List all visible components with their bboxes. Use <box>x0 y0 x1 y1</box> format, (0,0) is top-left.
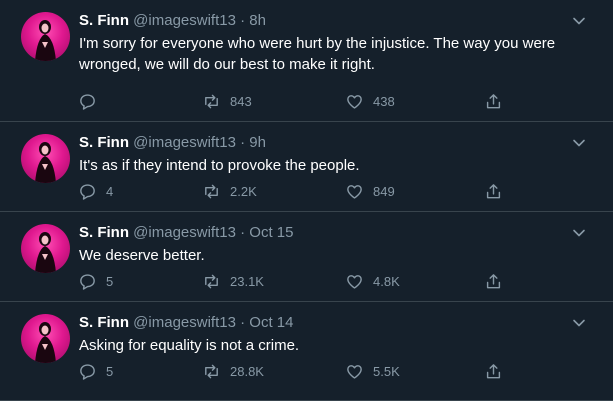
display-name[interactable]: S. Finn <box>79 224 129 241</box>
like-button[interactable]: 4.8K <box>345 270 400 292</box>
like-count: 849 <box>373 183 395 199</box>
tweet-actions: 843 438 <box>0 90 613 112</box>
reply-button[interactable]: 5 <box>78 360 113 382</box>
display-name[interactable]: S. Finn <box>79 134 129 151</box>
reply-count: 5 <box>106 363 114 379</box>
share-icon <box>486 183 501 198</box>
retweet-count: 2.2K <box>230 183 257 199</box>
like-button[interactable]: 849 <box>345 180 395 202</box>
share-button[interactable] <box>484 180 512 202</box>
reply-icon <box>80 93 95 110</box>
share-icon <box>486 273 501 288</box>
heart-icon <box>347 274 362 289</box>
chevron-down-icon[interactable] <box>571 225 587 241</box>
reply-count: 5 <box>106 273 114 289</box>
reply-button[interactable]: 4 <box>78 180 113 202</box>
heart-icon <box>347 94 362 109</box>
display-name[interactable]: S. Finn <box>79 314 129 331</box>
retweet-icon <box>205 94 218 108</box>
share-button[interactable] <box>484 360 512 382</box>
tweet[interactable]: S. Finn @imageswift13 · Oct 15 We deserv… <box>0 212 613 302</box>
display-name[interactable]: S. Finn <box>79 12 129 29</box>
retweet-button[interactable]: 843 <box>202 90 252 112</box>
retweet-button[interactable]: 2.2K <box>202 180 257 202</box>
retweet-count: 23.1K <box>230 273 264 289</box>
tweet-text: We deserve better. <box>79 247 205 264</box>
reply-button[interactable]: 5 <box>78 270 113 292</box>
heart-icon <box>347 364 362 379</box>
user-handle[interactable]: @imageswift13 <box>133 224 236 241</box>
reply-button[interactable] <box>78 90 106 112</box>
timestamp[interactable]: Oct 15 <box>249 224 293 241</box>
reply-count: 4 <box>106 183 114 199</box>
like-button[interactable]: 5.5K <box>345 360 400 382</box>
retweet-count: 28.8K <box>230 363 264 379</box>
tweet-header: S. Finn @imageswift13 · Oct 15 <box>79 223 293 243</box>
chevron-down-icon[interactable] <box>571 315 587 331</box>
retweet-count: 843 <box>230 93 252 109</box>
tweet-header: S. Finn @imageswift13 · 8h <box>79 11 266 31</box>
user-handle[interactable]: @imageswift13 <box>133 134 236 151</box>
like-count: 4.8K <box>373 273 400 289</box>
tweet-header: S. Finn @imageswift13 · Oct 14 <box>79 313 293 333</box>
heart-icon <box>347 184 362 199</box>
reply-icon <box>80 183 95 200</box>
share-icon <box>486 93 501 108</box>
tweet-text: It's as if they intend to provoke the pe… <box>79 157 360 174</box>
retweet-icon <box>205 364 218 378</box>
share-button[interactable] <box>484 270 512 292</box>
avatar[interactable] <box>21 134 70 183</box>
user-handle[interactable]: @imageswift13 <box>133 12 236 29</box>
tweet-actions: 5 28.8K 5.5K <box>0 360 613 382</box>
chevron-down-icon[interactable] <box>571 135 587 151</box>
retweet-icon <box>205 184 218 198</box>
tweet-text: Asking for equality is not a crime. <box>79 337 300 354</box>
user-handle[interactable]: @imageswift13 <box>133 314 236 331</box>
timestamp[interactable]: Oct 14 <box>249 314 293 331</box>
tweet-text: I'm sorry for everyone who were hurt by … <box>79 35 556 73</box>
separator-dot: · <box>240 134 246 151</box>
share-button[interactable] <box>484 90 512 112</box>
like-count: 5.5K <box>373 363 400 379</box>
avatar[interactable] <box>21 12 70 61</box>
like-count: 438 <box>373 93 395 109</box>
retweet-button[interactable]: 28.8K <box>202 360 264 382</box>
separator-dot: · <box>240 224 246 241</box>
avatar[interactable] <box>21 314 70 363</box>
timestamp[interactable]: 8h <box>249 12 266 29</box>
timestamp[interactable]: 9h <box>249 134 266 151</box>
reply-icon <box>80 273 95 290</box>
retweet-button[interactable]: 23.1K <box>202 270 264 292</box>
tweet-actions: 5 23.1K 4.8K <box>0 270 613 292</box>
tweet[interactable]: S. Finn @imageswift13 · 8h I'm sorry for… <box>0 0 613 122</box>
like-button[interactable]: 438 <box>345 90 395 112</box>
chevron-down-icon[interactable] <box>571 13 587 29</box>
tweet-header: S. Finn @imageswift13 · 9h <box>79 133 266 153</box>
tweet-actions: 4 2.2K 849 <box>0 180 613 202</box>
reply-icon <box>80 363 95 380</box>
tweet[interactable]: S. Finn @imageswift13 · 9h It's as if th… <box>0 122 613 212</box>
separator-dot: · <box>240 314 246 331</box>
retweet-icon <box>205 274 218 288</box>
avatar[interactable] <box>21 224 70 273</box>
timeline: S. Finn @imageswift13 · 8h I'm sorry for… <box>0 0 613 401</box>
share-icon <box>486 363 501 378</box>
separator-dot: · <box>240 12 246 29</box>
tweet[interactable]: S. Finn @imageswift13 · Oct 14 Asking fo… <box>0 302 613 401</box>
